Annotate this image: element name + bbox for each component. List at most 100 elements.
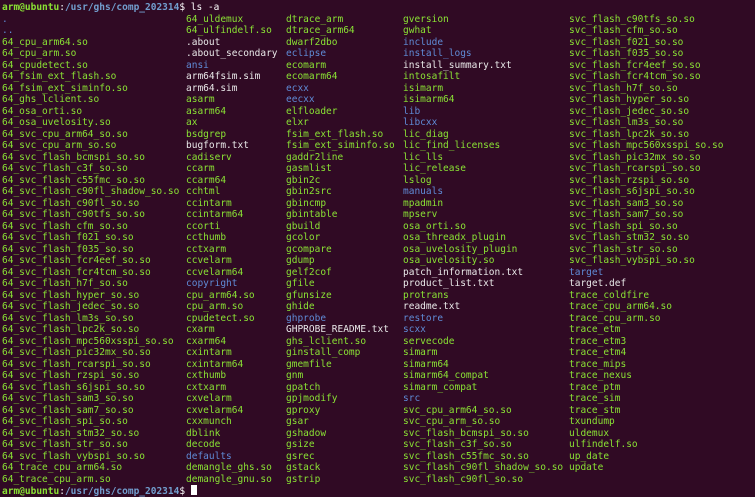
file-entry: 64_svc_flash_s6jspi_so.so [2, 381, 145, 393]
file-entry: demangle_ghs.so [186, 462, 272, 473]
file-entry: gstack [286, 462, 321, 473]
directory-entry: lib [403, 105, 421, 117]
file-entry: cxxmunch [186, 416, 232, 427]
file-entry: install_summary.txt [403, 59, 512, 71]
file-entry: ecomarm64 [286, 71, 338, 82]
file-entry: gbin2src [286, 186, 332, 197]
file-entry: arm64fsim.sim [186, 71, 261, 82]
file-entry: 64_svc_cpu_arm_so.so [2, 140, 117, 151]
file-entry: osa_threadx_plugin [403, 232, 506, 243]
file-entry: 64_svc_flash_c90fl_so.so [2, 197, 140, 209]
file-entry: svc_flash_cfm_so.so [569, 25, 678, 36]
file-entry: ulfindelf.so [569, 439, 638, 450]
file-entry: svc_flash_bcmspi_so.so [403, 427, 529, 439]
file-entry: gversion [403, 13, 449, 25]
file-entry: bugform.txt [186, 140, 249, 151]
file-entry: target.def [569, 278, 627, 289]
text-cursor [190, 485, 197, 495]
file-entry: dtrace_arm [286, 13, 344, 25]
next-prompt-line[interactable]: arm@ubuntu:/usr/ghs/comp_202314$ [2, 485, 755, 497]
file-entry: trace_stm [569, 404, 621, 416]
file-entry: 64_cpu_arm64.so [2, 36, 88, 48]
listing-column: ... 64_cpu_arm64.so 64_cpu_arm.so 64_cpudet… [2, 14, 186, 486]
file-entry: svc_cpu_arm64_so.so [403, 404, 512, 416]
file-entry: 64_svc_flash_pic32mx_so.so [2, 347, 151, 358]
prompt-path: /usr/ghs/comp_202314 [64, 2, 180, 13]
file-entry: 64_svc_flash_c90tfs_so.so [2, 209, 145, 220]
file-entry: svc_flash_rzspi_so.so [569, 174, 690, 186]
file-entry: ax [186, 117, 198, 128]
directory-entry: src [403, 393, 421, 404]
prompt-path: /usr/ghs/comp_202314 [64, 486, 180, 497]
file-entry: gwhat [403, 25, 432, 36]
file-entry: ecomarm [286, 59, 327, 71]
file-entry: 64_cpu_arm.so [2, 48, 77, 59]
file-entry: svc_flash_lpc2k_so.so [569, 128, 690, 140]
file-entry: ccthumb [186, 232, 227, 243]
file-entry: lic_find_licenses [403, 140, 501, 151]
file-entry: gfile [286, 278, 315, 289]
file-entry: mpadmin [403, 197, 444, 209]
file-entry: arm64.sim [186, 82, 238, 94]
directory-entry: ecxx [286, 82, 309, 94]
file-entry: 64_fsim_ext_siminfo.so [2, 82, 128, 94]
file-entry: trace_nexus [569, 370, 632, 381]
terminal-window[interactable]: arm@ubuntu:/usr/ghs/comp_202314$ ls -a .… [0, 0, 755, 497]
file-entry: gpatch [286, 381, 321, 393]
command-text: ls -a [190, 2, 220, 13]
file-entry: trace_cpu_arm64.so [569, 301, 672, 312]
file-entry: 64_svc_flash_f021_so.so [2, 232, 134, 243]
file-entry: svc_flash_f035_so.so [569, 48, 684, 59]
prompt-user-host: arm@ubuntu [2, 2, 60, 13]
file-entry: 64_ghs_lclient.so [2, 94, 100, 105]
file-entry: ccintarm64 [186, 209, 244, 220]
file-entry: gbincmp [286, 197, 327, 209]
directory-entry: target [569, 266, 604, 278]
file-entry: isimarm [403, 82, 444, 94]
file-entry: 64_svc_flash_mpc560xsspi_so.so [2, 335, 174, 347]
file-entry: 64_svc_flash_sam7_so.so [2, 404, 134, 416]
file-entry: 64_svc_flash_stm32_so.so [2, 427, 140, 439]
file-entry: update [569, 462, 604, 473]
file-entry: 64_svc_cpu_arm64_so.so [2, 128, 128, 140]
file-entry: gnm [286, 370, 304, 381]
file-entry: svc_flash_sam3_so.so [569, 197, 684, 209]
directory-entry: .. [2, 25, 14, 36]
file-entry: protrans [403, 289, 449, 301]
file-entry: gsrec [286, 450, 315, 462]
file-entry: 64_osa_uvelosity.so [2, 117, 111, 128]
file-entry: trace_etm [569, 324, 621, 335]
file-entry: gbintable [286, 209, 338, 220]
directory-entry: eecxx [286, 94, 315, 105]
file-entry: 64_svc_flash_fcr4eef_so.so [2, 255, 151, 266]
file-entry: readme.txt [403, 301, 461, 312]
file-entry: svc_flash_hyper_so.so [569, 94, 690, 105]
file-entry: asarm64 [186, 105, 227, 117]
file-entry: simarm [403, 347, 438, 358]
file-entry: cpu_arm64.so [186, 289, 255, 301]
file-entry: gpjmodify [286, 393, 338, 404]
file-entry: 64_svc_flash_rzspi_so.so [2, 370, 140, 381]
directory-entry: restore [403, 312, 444, 324]
file-entry: decode [186, 439, 221, 450]
file-entry: bsdgrep [186, 128, 227, 140]
file-entry: 64_svc_flash_spi_so.so [2, 416, 128, 427]
directory-entry: ghprobe [286, 312, 327, 324]
file-entry: isimarm64 [403, 94, 455, 105]
file-entry: osa_uvelosity_plugin [403, 243, 518, 255]
file-entry: svc_flash_jedec_so.so [569, 105, 690, 117]
file-entry: product_list.txt [403, 278, 495, 289]
file-entry: gbin2c [286, 174, 321, 186]
directory-entry: install_logs [403, 48, 472, 59]
file-entry: simarm64 [403, 358, 449, 370]
file-entry: ccarm [186, 163, 215, 174]
file-entry: 64_svc_flash_str_so.so [2, 439, 128, 450]
file-entry: 64_svc_flash_c90fl_shadow_so.so [2, 186, 180, 197]
file-entry: svc_flash_sam7_so.so [569, 209, 684, 220]
file-entry: cctxarm [186, 243, 227, 255]
file-entry: fsim_ext_flash.so [286, 128, 384, 140]
directory-entry: . [2, 13, 8, 25]
file-entry: svc_flash_lm3s_so.so [569, 117, 684, 128]
file-entry: patch_information.txt [403, 266, 524, 278]
directory-entry: copyright [186, 278, 238, 289]
